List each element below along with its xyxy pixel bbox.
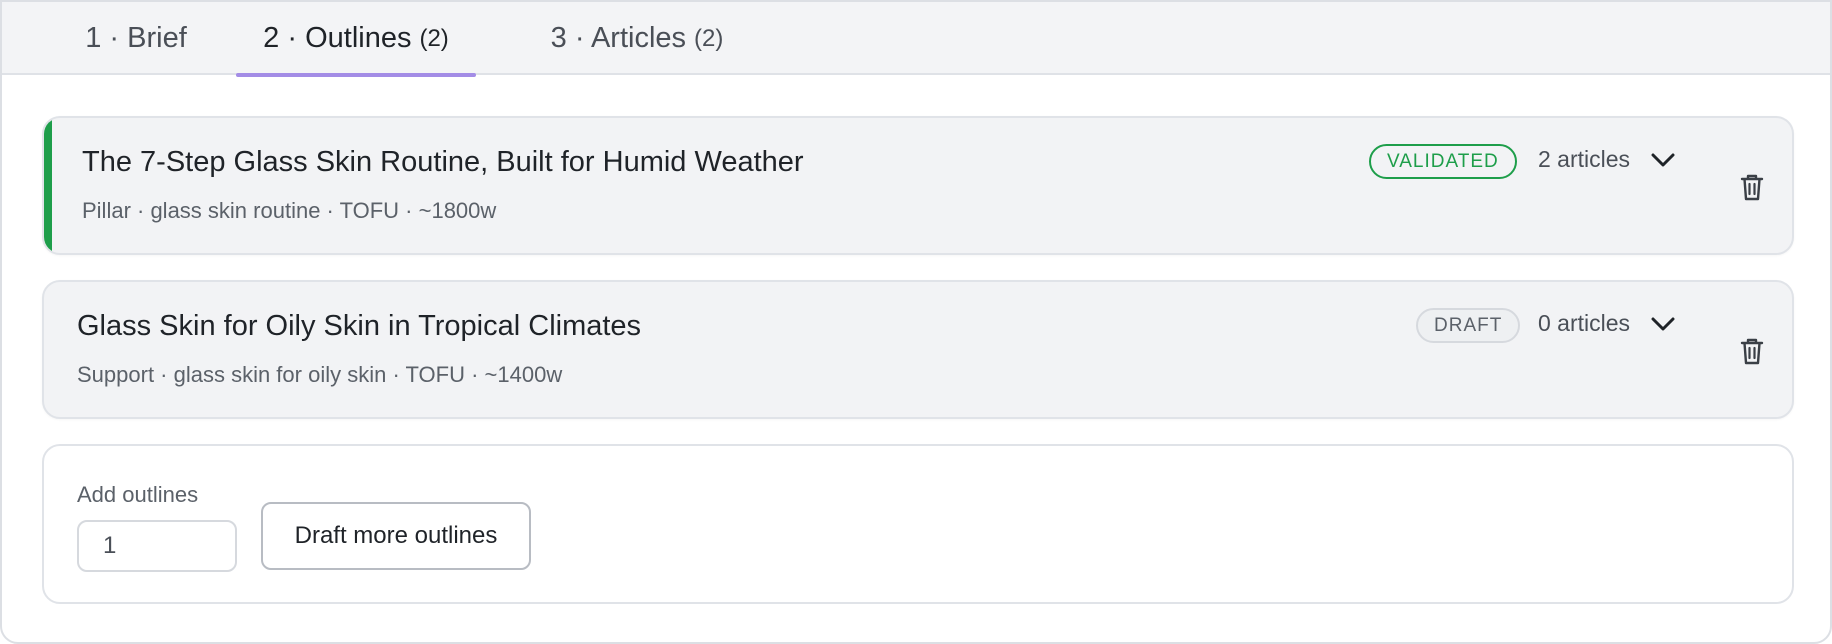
outline-card[interactable]: The 7-Step Glass Skin Routine, Built for…: [42, 116, 1794, 255]
outlines-panel: 1 · Brief 2 · Outlines (2) 3 · Articles …: [0, 0, 1832, 644]
chevron-down-icon[interactable]: [1650, 150, 1676, 170]
chevron-down-icon[interactable]: [1650, 314, 1676, 334]
status-badge: DRAFT: [1416, 308, 1521, 343]
tab-bar: 1 · Brief 2 · Outlines (2) 3 · Articles …: [2, 2, 1830, 77]
outline-title: Glass Skin for Oily Skin in Tropical Cli…: [77, 310, 642, 342]
tab-outlines[interactable]: 2 · Outlines (2): [236, 2, 476, 77]
trash-icon[interactable]: [1738, 336, 1766, 366]
tab-outlines-count: (2): [419, 24, 449, 52]
tab-brief[interactable]: 1 · Brief: [46, 2, 226, 75]
outline-meta: Pillar · glass skin routine · TOFU · ~18…: [82, 198, 497, 223]
trash-icon[interactable]: [1738, 172, 1766, 202]
tab-articles-label: 3 · Articles: [550, 22, 687, 54]
add-outlines-panel: Add outlines Draft more outlines: [42, 444, 1794, 604]
tab-outlines-label: 2 · Outlines: [263, 22, 412, 54]
outline-title: The 7-Step Glass Skin Routine, Built for…: [82, 146, 804, 178]
tab-brief-label: 1 · Brief: [85, 22, 187, 54]
outline-meta: Support · glass skin for oily skin · TOF…: [77, 362, 563, 387]
outline-card[interactable]: Glass Skin for Oily Skin in Tropical Cli…: [42, 280, 1794, 419]
tab-articles-count: (2): [694, 24, 724, 52]
article-count: 2 articles: [1538, 146, 1631, 172]
tab-articles[interactable]: 3 · Articles (2): [522, 2, 752, 75]
status-badge: VALIDATED: [1369, 144, 1517, 179]
add-outlines-label: Add outlines: [77, 482, 199, 507]
outline-count-input[interactable]: [77, 520, 237, 572]
article-count: 0 articles: [1538, 310, 1631, 336]
draft-more-outlines-button[interactable]: Draft more outlines: [261, 502, 531, 570]
